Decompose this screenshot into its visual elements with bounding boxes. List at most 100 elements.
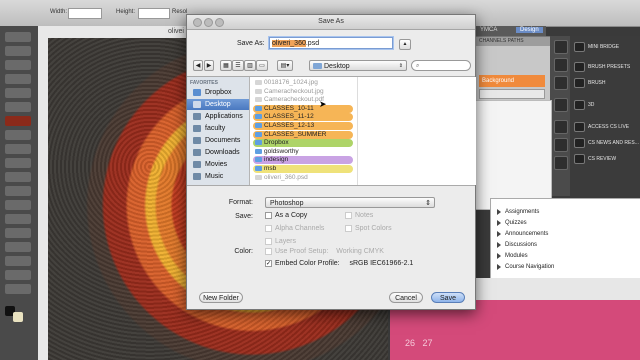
course-item-assignments[interactable]: Assignments bbox=[497, 209, 539, 215]
quick-select-tool-icon[interactable] bbox=[5, 74, 31, 84]
ext-brush[interactable]: BRUSH bbox=[574, 78, 606, 88]
crop-tool-icon[interactable] bbox=[5, 88, 31, 98]
cs-live-icon[interactable] bbox=[554, 120, 568, 134]
forward-button[interactable]: ▶ bbox=[204, 60, 214, 71]
sidebar-item-downloads[interactable]: Downloads bbox=[187, 147, 249, 158]
width-label: Width: bbox=[50, 9, 68, 15]
ext-mini-bridge[interactable]: MINI BRIDGE bbox=[574, 42, 619, 52]
zoom-tool-icon[interactable] bbox=[5, 284, 31, 294]
icon-view-icon[interactable]: ▦ bbox=[220, 60, 232, 71]
spot-colors-checkbox[interactable]: Spot Colors bbox=[345, 225, 392, 232]
coverflow-view-icon[interactable]: ▭ bbox=[256, 60, 268, 71]
file-list-item[interactable]: Cameracheckout.jpg bbox=[253, 88, 353, 96]
file-list-item[interactable]: msb bbox=[253, 165, 353, 173]
hand-tool-icon[interactable] bbox=[5, 270, 31, 280]
sidebar-item-faculty[interactable]: faculty bbox=[187, 123, 249, 134]
save-button[interactable]: Save bbox=[431, 292, 465, 303]
filename-field[interactable]: oliveri_360.psd bbox=[269, 37, 393, 49]
brush-icon[interactable] bbox=[554, 76, 568, 90]
file-name: msb bbox=[264, 165, 277, 172]
file-list-item[interactable]: oliveri_360.psd bbox=[253, 174, 353, 182]
minimize-window-icon[interactable] bbox=[204, 18, 213, 27]
use-proof-setup-checkbox[interactable]: Use Proof Setup: Working CMYK bbox=[265, 248, 384, 255]
sidebar-item-documents[interactable]: Documents bbox=[187, 135, 249, 146]
type-tool-icon[interactable] bbox=[5, 228, 31, 238]
document-tab[interactable]: olivei bbox=[168, 28, 184, 35]
clone-stamp-tool-icon[interactable] bbox=[5, 144, 31, 154]
file-list-item[interactable]: Dropbox bbox=[253, 139, 353, 148]
close-window-icon[interactable] bbox=[193, 18, 202, 27]
gradient-tool-icon[interactable] bbox=[5, 186, 31, 196]
tab-design[interactable]: Design bbox=[516, 27, 543, 33]
file-list-item[interactable]: Cameracheckout.pdf bbox=[253, 96, 353, 104]
course-item-discussions[interactable]: Discussions bbox=[497, 242, 537, 248]
as-a-copy-checkbox[interactable]: As a Copy bbox=[265, 212, 307, 219]
cs-news-icon[interactable] bbox=[554, 138, 568, 152]
file-list-item[interactable]: CLASSES_11-12 bbox=[253, 113, 353, 122]
mini-bridge-icon[interactable] bbox=[554, 40, 568, 54]
arrange-menu-icon[interactable]: ▤▾ bbox=[277, 60, 293, 71]
tab-ymca[interactable]: YMCA bbox=[480, 27, 497, 33]
shape-tool-icon[interactable] bbox=[5, 256, 31, 266]
eyedropper-tool-icon[interactable] bbox=[5, 102, 31, 112]
file-list-item[interactable]: CLASSES_SUMMER bbox=[253, 130, 353, 139]
move-tool-icon[interactable] bbox=[5, 32, 31, 42]
layers-panel-header[interactable]: CHANNELS PATHS bbox=[475, 37, 551, 46]
ext-3d[interactable]: 3D bbox=[574, 100, 594, 110]
disclosure-triangle-icon bbox=[497, 209, 501, 215]
expand-dialog-button[interactable]: ▲ bbox=[399, 39, 411, 50]
cancel-button[interactable]: Cancel bbox=[389, 292, 423, 303]
pen-tool-icon[interactable] bbox=[5, 214, 31, 224]
notes-checkbox[interactable]: Notes bbox=[345, 212, 373, 219]
alpha-channels-checkbox[interactable]: Alpha Channels bbox=[265, 225, 324, 232]
course-item-quizzes[interactable]: Quizzes bbox=[497, 220, 527, 226]
brush-tool-icon[interactable] bbox=[5, 130, 31, 140]
course-item-modules[interactable]: Modules bbox=[497, 253, 528, 259]
sidebar-item-dropbox[interactable]: Dropbox bbox=[187, 87, 249, 98]
search-input[interactable]: ⌕ bbox=[411, 60, 471, 71]
marquee-tool-icon[interactable] bbox=[5, 46, 31, 56]
lasso-tool-icon[interactable] bbox=[5, 60, 31, 70]
file-list-item[interactable]: CLASSES_10-11 bbox=[253, 104, 353, 113]
calendar-dates: 26 27 bbox=[405, 338, 433, 348]
ext-brush-presets[interactable]: BRUSH PRESETS bbox=[574, 62, 630, 72]
course-item-course-navigation[interactable]: Course Navigation bbox=[497, 264, 554, 270]
layer-row[interactable] bbox=[479, 89, 545, 99]
cs-review-icon[interactable] bbox=[554, 156, 568, 170]
folder-icon bbox=[255, 105, 262, 111]
height-field[interactable] bbox=[138, 8, 170, 19]
healing-brush-tool-icon[interactable] bbox=[5, 116, 31, 126]
file-name: oliveri_360.psd bbox=[264, 173, 308, 181]
file-list-item[interactable]: 0018176_1024.jpg bbox=[253, 79, 353, 87]
course-item-announcements[interactable]: Announcements bbox=[497, 231, 548, 237]
path-select-tool-icon[interactable] bbox=[5, 242, 31, 252]
file-list-item[interactable]: indesign bbox=[253, 156, 353, 165]
layers-checkbox[interactable]: Layers bbox=[265, 238, 296, 245]
sidebar-item-movies[interactable]: Movies bbox=[187, 159, 249, 170]
sidebar-item-music[interactable]: Music bbox=[187, 171, 249, 182]
file-list-item[interactable]: CLASSES_12-13 bbox=[253, 122, 353, 130]
ext-cs-review[interactable]: CS REVIEW bbox=[574, 154, 616, 164]
folder-icon bbox=[313, 63, 322, 69]
embed-color-profile-checkbox[interactable]: ✓ Embed Color Profile: sRGB IEC61966-2.1 bbox=[265, 260, 413, 267]
width-field[interactable] bbox=[68, 8, 102, 19]
new-folder-button[interactable]: New Folder bbox=[199, 292, 243, 303]
ext-access-cs-live[interactable]: ACCESS CS LIVE bbox=[574, 122, 629, 132]
list-view-icon[interactable]: ☰ bbox=[232, 60, 244, 71]
ext-cs-news[interactable]: CS NEWS AND RES... bbox=[574, 138, 639, 148]
format-select[interactable]: Photoshop ⇕ bbox=[265, 197, 435, 208]
sidebar-item-applications[interactable]: Applications bbox=[187, 111, 249, 122]
zoom-window-icon[interactable] bbox=[215, 18, 224, 27]
3d-icon[interactable] bbox=[554, 98, 568, 112]
background-layer[interactable]: Background bbox=[479, 75, 545, 87]
history-brush-tool-icon[interactable] bbox=[5, 158, 31, 168]
back-button[interactable]: ◀ bbox=[193, 60, 203, 71]
brush-presets-icon[interactable] bbox=[554, 58, 568, 72]
sidebar-item-desktop[interactable]: Desktop bbox=[187, 99, 249, 110]
file-list-item[interactable]: goldsworthy bbox=[253, 148, 353, 156]
dodge-tool-icon[interactable] bbox=[5, 200, 31, 210]
location-popup[interactable]: Desktop ⇕ bbox=[309, 60, 407, 71]
column-view-icon[interactable]: ▥ bbox=[244, 60, 256, 71]
eraser-tool-icon[interactable] bbox=[5, 172, 31, 182]
background-color-swatch[interactable] bbox=[13, 312, 23, 322]
